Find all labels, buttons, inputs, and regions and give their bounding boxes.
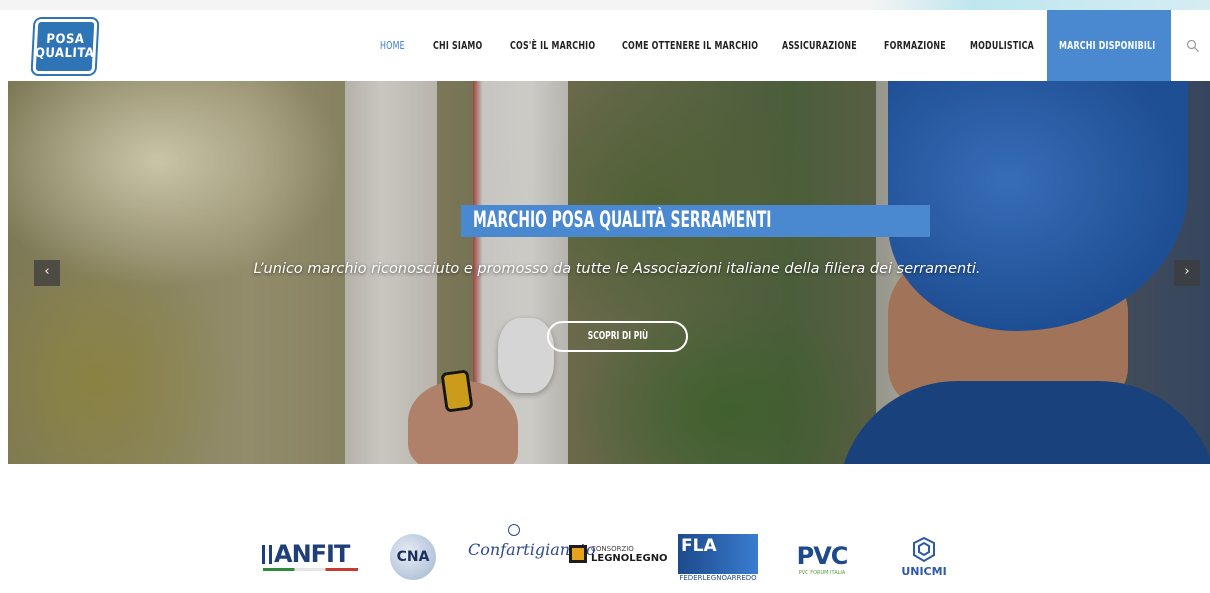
chevron-left-icon: ‹ (44, 264, 50, 279)
consorzio-legnolegno-logo[interactable]: CONSORZIO LEGNOLEGNO (569, 544, 668, 564)
pvc-forum-logo[interactable]: PVC PVC FORUM ITALIA (773, 530, 871, 588)
fla-subtext: FEDERLEGNOARREDO (678, 574, 758, 582)
nav-item-come-ottenere[interactable]: COME OTTENERE IL MARCHIO (622, 10, 758, 81)
fla-logo[interactable]: FLA FEDERLEGNOARREDO (678, 534, 758, 582)
hero-subtitle: L’unico marchio riconosciuto e promosso … (253, 261, 981, 277)
nav-item-formazione[interactable]: FORMAZIONE (884, 10, 946, 81)
pvc-text: PVC (796, 542, 849, 570)
nav-cta-label: MARCHI DISPONIBILI (1059, 39, 1156, 52)
nav-item-assicurazione[interactable]: ASSICURAZIONE (782, 10, 857, 81)
unicmi-logo[interactable]: UNICMI (895, 530, 953, 584)
hero-button-label: SCOPRI DI PIÙ (587, 330, 648, 342)
nav-item-chi-siamo[interactable]: CHI SIAMO (433, 10, 482, 81)
consorzio-mark-icon (569, 545, 587, 563)
unicmi-text: UNICMI (901, 564, 947, 578)
hero-title: MARCHIO POSA QUALITÀ SERRAMENTI (461, 205, 930, 237)
anfit-text: ANFIT (274, 540, 350, 568)
chevron-right-icon: › (1184, 264, 1190, 279)
site-header: POSA QUALITA HOME CHI SIAMO COS'È IL MAR… (8, 10, 1210, 81)
anfit-mark (262, 545, 272, 564)
slider-prev-button[interactable]: ‹ (34, 260, 60, 286)
search-icon[interactable] (1186, 39, 1200, 53)
slider-next-button[interactable]: › (1174, 260, 1200, 286)
hero-title-text: MARCHIO POSA QUALITÀ SERRAMENTI (473, 208, 772, 233)
browser-top-strip (0, 0, 1210, 10)
hero-slider: MARCHIO POSA QUALITÀ SERRAMENTI L’unico … (8, 81, 1210, 464)
unicmi-mark-icon (913, 536, 935, 562)
anfit-logo[interactable]: ANFIT (262, 540, 350, 568)
posa-qualita-logo[interactable]: POSA QUALITA (32, 19, 98, 74)
pvc-subtext: PVC FORUM ITALIA (798, 570, 846, 576)
nav-item-modulistica[interactable]: MODULISTICA (970, 10, 1034, 81)
anfit-tricolor (263, 568, 358, 571)
nav-item-cose-il-marchio[interactable]: COS'È IL MARCHIO (510, 10, 595, 81)
cna-text: CNA (396, 549, 430, 565)
logo-line-1: POSA (46, 31, 85, 47)
nav-marchi-disponibili-button[interactable]: MARCHI DISPONIBILI (1047, 10, 1171, 81)
top-strip-glow (870, 0, 1210, 10)
consorzio-bottom-text: LEGNOLEGNO (591, 553, 668, 564)
nav-item-home[interactable]: HOME (380, 10, 405, 81)
scopri-di-piu-button[interactable]: SCOPRI DI PIÙ (547, 321, 688, 352)
partner-logos: ANFIT CNA Confartigianato CONSORZIO LEGN… (0, 464, 1210, 593)
cna-logo[interactable]: CNA (390, 534, 436, 580)
fla-text: FLA (681, 536, 717, 556)
logo-line-2: QUALITA (34, 45, 95, 61)
page: POSA QUALITA HOME CHI SIAMO COS'È IL MAR… (0, 0, 1210, 593)
confartigianato-mark-icon (508, 524, 520, 536)
